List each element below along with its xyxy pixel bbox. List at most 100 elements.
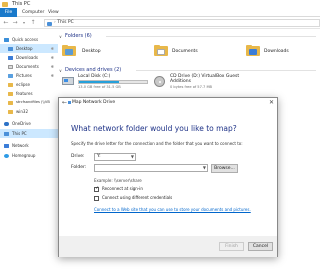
folder-icon	[8, 100, 13, 105]
sidebar-item-network[interactable]: Network	[0, 141, 58, 150]
collapse-chevron-icon[interactable]: ∨	[59, 68, 62, 73]
folder-tile-downloads[interactable]: Downloads	[246, 43, 306, 59]
sidebar-item-label: OneDrive	[12, 121, 31, 126]
sidebar-item-network-share[interactable]: strcfsandfiles (\\VB	[0, 98, 58, 107]
sidebar-item-label: features	[16, 91, 33, 96]
back-arrow-icon[interactable]: ←	[62, 98, 67, 108]
close-icon[interactable]: ✕	[269, 98, 274, 108]
desktop-icon	[8, 46, 13, 51]
drive-free-space: 13.0 GB free of 31.5 GB	[78, 85, 121, 89]
onedrive-icon	[4, 121, 9, 126]
this-pc-icon	[4, 131, 9, 136]
finish-button[interactable]: Finish	[219, 242, 244, 251]
pin-icon: ✱	[50, 46, 54, 51]
tab-computer[interactable]: Computer	[22, 8, 44, 17]
network-drive-icon	[68, 101, 71, 104]
address-bar[interactable]: › This PC	[44, 19, 320, 27]
documents-folder-icon	[154, 45, 168, 56]
folder-icon	[8, 82, 13, 87]
folder-icon	[8, 109, 13, 114]
breadcrumb[interactable]: › This PC	[54, 20, 74, 26]
sidebar-item-label: Pictures	[16, 73, 32, 78]
drive-letter-value: Y:	[97, 154, 101, 159]
folder-tile-documents[interactable]: Documents	[154, 43, 214, 59]
web-storage-link[interactable]: Connect to a Web site that you can use t…	[94, 207, 251, 212]
dialog-heading: What network folder would you like to ma…	[71, 124, 237, 133]
documents-icon	[8, 64, 13, 69]
window-title: This PC	[12, 1, 31, 7]
drive-label: Local Disk (C:)	[78, 74, 111, 79]
drive-free-space: 0 bytes free of 57.7 MB	[170, 85, 213, 89]
reconnect-checkbox-row[interactable]: ✓ Reconnect at sign-in	[94, 186, 214, 193]
drive-usage-bar	[78, 80, 148, 84]
tab-view[interactable]: View	[48, 8, 59, 17]
sidebar-item-label: Quick access	[12, 37, 39, 42]
desktop-folder-icon	[62, 45, 76, 56]
forward-arrow-icon[interactable]: →	[11, 19, 19, 27]
sidebar-item-features[interactable]: features	[0, 89, 58, 98]
sidebar-item-label: Desktop	[16, 46, 33, 51]
pin-icon: ✱	[50, 73, 54, 78]
sidebar-item-label: eclipse	[16, 82, 30, 87]
homegroup-icon	[4, 153, 9, 158]
reconnect-checkbox[interactable]: ✓	[94, 186, 99, 192]
sidebar-item-onedrive[interactable]: OneDrive	[0, 119, 58, 128]
cancel-button[interactable]: Cancel	[248, 242, 273, 251]
map-network-drive-dialog: ← Map Network Drive ✕ What network folde…	[58, 97, 278, 257]
sidebar-item-documents[interactable]: Documents ✱	[0, 62, 58, 71]
chevron-down-icon: ▼	[202, 165, 206, 170]
folder-label: Downloads	[264, 49, 289, 54]
credentials-checkbox-row[interactable]: Connect using different credentials	[94, 195, 234, 202]
window-titlebar: This PC	[0, 0, 320, 8]
credentials-label: Connect using different credentials	[102, 195, 173, 200]
network-icon	[4, 143, 9, 148]
breadcrumb-this-pc: This PC	[57, 20, 74, 25]
ribbon-tabs: File Computer View	[0, 8, 320, 17]
sidebar-item-label: Network	[12, 143, 29, 148]
drive-tile-cd-drive[interactable]: CD Drive (D:) VirtualBox Guest Additions…	[154, 74, 274, 92]
navigation-pane: Quick access Desktop ✱ Downloads ✱ Docum…	[0, 29, 58, 275]
folder-label: Folder:	[71, 165, 87, 170]
drives-group-header[interactable]: Devices and drives (2)	[65, 67, 121, 73]
downloads-folder-icon	[246, 45, 260, 56]
sidebar-item-win32[interactable]: win32	[0, 107, 58, 116]
sidebar-item-homegroup[interactable]: Homegroup	[0, 151, 58, 160]
back-arrow-icon[interactable]: ←	[2, 19, 10, 27]
group-divider	[136, 70, 316, 71]
recent-chevron-icon[interactable]: ▾	[20, 19, 28, 27]
folders-group-header[interactable]: Folders (6)	[65, 33, 92, 39]
sidebar-item-label: Documents	[16, 64, 39, 69]
credentials-checkbox[interactable]	[94, 195, 99, 201]
downloads-icon	[8, 55, 13, 60]
tab-file[interactable]: File	[0, 8, 17, 17]
sidebar-item-label: Homegroup	[12, 153, 36, 158]
sidebar-item-label: Downloads	[16, 55, 38, 60]
folder-label: Desktop	[82, 49, 101, 54]
dialog-instructions: Specify the drive letter for the connect…	[71, 141, 243, 146]
collapse-chevron-icon[interactable]: ∨	[59, 34, 62, 39]
dialog-titlebar: ← Map Network Drive ✕	[59, 98, 277, 108]
browse-button[interactable]: Browse...	[211, 164, 238, 173]
drive-letter-select[interactable]: Y: ▼	[94, 153, 136, 161]
this-pc-icon	[47, 21, 52, 26]
drive-tile-local-disk[interactable]: Local Disk (C:) 13.0 GB free of 31.5 GB	[62, 74, 152, 92]
folder-tile-desktop[interactable]: Desktop	[62, 43, 122, 59]
folder-path-combobox[interactable]: ▼	[94, 164, 208, 172]
up-arrow-icon[interactable]: ↑	[29, 19, 37, 27]
sidebar-item-pictures[interactable]: Pictures ✱	[0, 71, 58, 80]
sidebar-item-desktop[interactable]: Desktop ✱	[0, 44, 58, 53]
star-icon	[4, 37, 9, 42]
navigation-bar: ← → ▾ ↑ › This PC	[0, 17, 320, 29]
sidebar-item-label: This PC	[12, 131, 27, 136]
cd-drive-icon	[154, 76, 165, 87]
sidebar-item-quick-access[interactable]: Quick access	[0, 35, 58, 44]
chevron-down-icon: ▼	[130, 154, 134, 159]
sidebar-item-downloads[interactable]: Downloads ✱	[0, 53, 58, 62]
group-divider	[106, 36, 316, 37]
drive-label: CD Drive (D:) VirtualBox Guest Additions	[170, 74, 240, 84]
pictures-icon	[8, 73, 13, 78]
sidebar-item-eclipse[interactable]: eclipse	[0, 80, 58, 89]
sidebar-item-this-pc[interactable]: This PC	[0, 129, 58, 138]
folder-icon	[8, 91, 13, 96]
pin-icon: ✱	[50, 64, 54, 69]
